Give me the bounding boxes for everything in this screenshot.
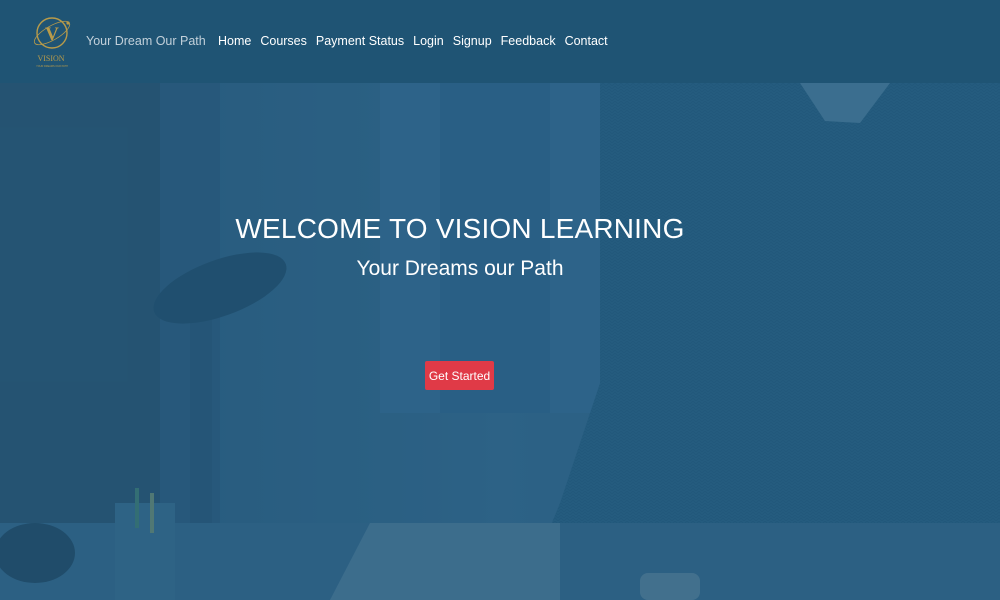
hero-title: WELCOME TO VISION LEARNING	[235, 213, 685, 244]
main-nav: Home Courses Payment Status Login Signup…	[218, 34, 608, 48]
get-started-button[interactable]: Get Started	[425, 361, 494, 390]
nav-courses[interactable]: Courses	[260, 34, 307, 48]
nav-home[interactable]: Home	[218, 34, 251, 48]
svg-text:VISION: VISION	[37, 54, 64, 63]
hero-overlay	[0, 83, 1000, 600]
hero-subtitle: Your Dreams our Path	[356, 257, 564, 280]
nav-payment-status[interactable]: Payment Status	[316, 34, 404, 48]
svg-text:V: V	[45, 24, 59, 45]
svg-text:YOUR DREAMS OUR PATH: YOUR DREAMS OUR PATH	[36, 65, 68, 68]
site-header: V VISION YOUR DREAMS OUR PATH Your Dream…	[0, 0, 1000, 83]
nav-signup[interactable]: Signup	[453, 34, 492, 48]
hero-section: WELCOME TO VISION LEARNING Your Dreams o…	[0, 83, 1000, 600]
nav-login[interactable]: Login	[413, 34, 444, 48]
site-tagline: Your Dream Our Path	[86, 34, 206, 48]
nav-contact[interactable]: Contact	[565, 34, 608, 48]
vision-logo[interactable]: V VISION YOUR DREAMS OUR PATH	[31, 11, 75, 69]
nav-feedback[interactable]: Feedback	[501, 34, 556, 48]
